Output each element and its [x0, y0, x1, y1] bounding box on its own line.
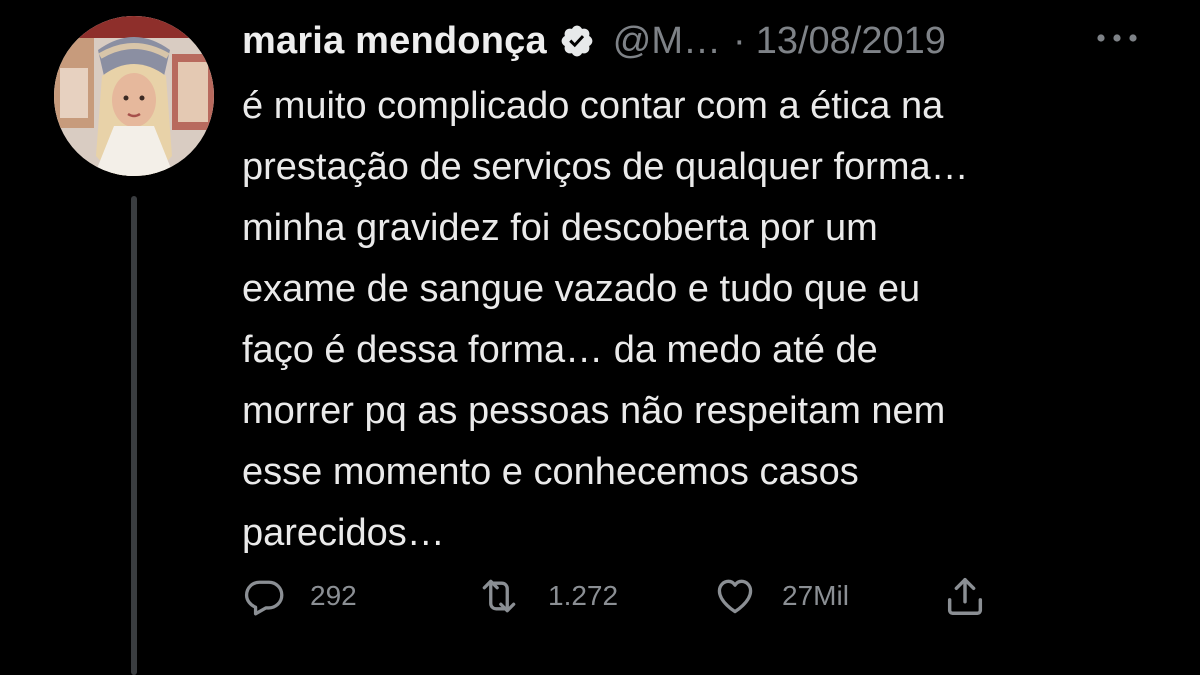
avatar[interactable] — [54, 16, 214, 176]
like-count: 27Mil — [782, 580, 849, 611]
header-separator: · — [733, 19, 746, 62]
reply-icon — [242, 574, 286, 618]
retweet-count: 1.272 — [548, 580, 619, 611]
tweet-text-line: parecidos… — [242, 512, 445, 554]
reply-button[interactable]: 292 — [242, 568, 357, 624]
tweet-header: maria mendonça @M… · 13/08/2019 — [242, 14, 946, 68]
tweet[interactable]: maria mendonça @M… · 13/08/2019 é muito … — [0, 0, 1200, 675]
retweet-button[interactable]: 1.272 — [474, 568, 618, 624]
tweet-text: é muito complicado contar com a ética na… — [242, 76, 1182, 564]
thread-line — [131, 196, 137, 675]
avatar-image — [54, 16, 214, 176]
tweet-text-line: é muito complicado contar com a ética na — [242, 85, 944, 127]
display-name[interactable]: maria mendonça — [242, 20, 547, 63]
tweet-text-line: faço é dessa forma… da medo até de — [242, 329, 878, 371]
tweet-text-line: minha gravidez foi descoberta por um — [242, 207, 878, 249]
like-button[interactable]: 27Mil — [712, 568, 849, 624]
tweet-actions: 292 1.272 27Mil — [242, 568, 1142, 624]
more-options-icon[interactable] — [1094, 28, 1140, 48]
share-button[interactable] — [942, 568, 988, 624]
tweet-text-line: morrer pq as pessoas não respeitam nem — [242, 390, 946, 432]
heart-icon — [712, 574, 758, 618]
verified-badge-icon — [559, 23, 595, 59]
reply-count: 292 — [310, 580, 357, 611]
tweet-date[interactable]: 13/08/2019 — [756, 20, 946, 63]
user-handle[interactable]: @M… — [613, 20, 721, 63]
tweet-text-line: prestação de serviços de qualquer forma… — [242, 146, 969, 188]
tweet-text-line: esse momento e conhecemos casos — [242, 451, 859, 493]
share-icon — [942, 573, 988, 619]
tweet-text-line: exame de sangue vazado e tudo que eu — [242, 268, 921, 310]
retweet-icon — [474, 574, 524, 618]
